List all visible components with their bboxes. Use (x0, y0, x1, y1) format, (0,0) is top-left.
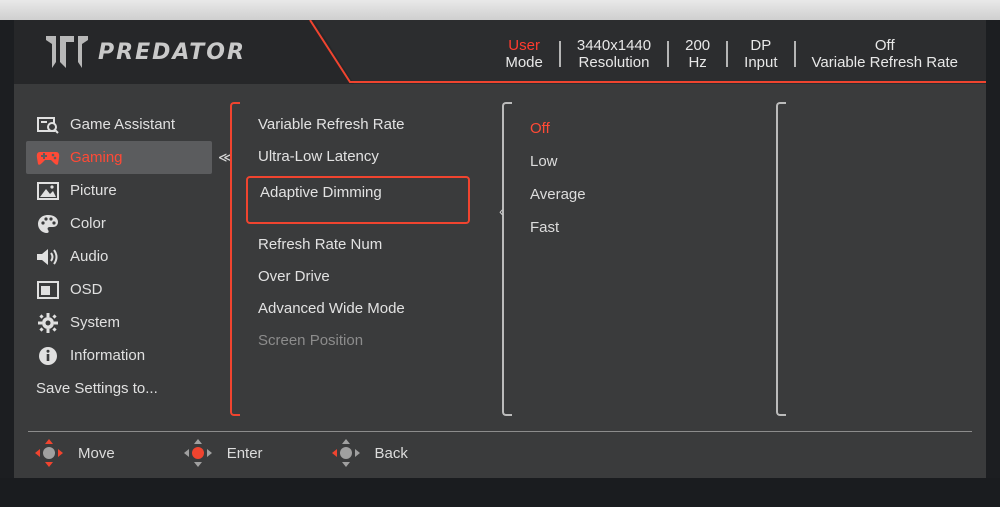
status-input: DP Input (728, 37, 793, 71)
status-vrr-value: Off (874, 37, 895, 54)
menu-item-label: Gaming (70, 149, 123, 166)
menu-item-osd[interactable]: OSD (26, 273, 226, 306)
status-resolution-value: 3440x1440 (576, 37, 652, 54)
status-input-value: DP (750, 37, 772, 54)
status-input-label: Input (744, 54, 778, 71)
status-vrr: Off Variable Refresh Rate (796, 37, 974, 71)
submenu-item-over-drive[interactable]: Over Drive (246, 260, 506, 292)
option-average[interactable]: Average (530, 178, 770, 211)
option-fast[interactable]: Fast (530, 211, 770, 244)
osd-menu: PREDATOR User Mode 3440x1440 Resolution … (14, 20, 986, 478)
option-low[interactable]: Low (530, 145, 770, 178)
game-assistant-icon (34, 115, 62, 135)
footer-move: Move (34, 438, 115, 468)
menu-item-label: Color (70, 215, 106, 232)
submenu-item-screen-position: Screen Position (258, 331, 364, 349)
menu-item-label: System (70, 314, 121, 331)
footer-divider (28, 431, 972, 432)
adaptive-dimming-options: Off Low Average Fast (530, 112, 770, 244)
osd-header: PREDATOR User Mode 3440x1440 Resolution … (14, 20, 986, 84)
menu-item-label: Game Assistant (70, 116, 176, 133)
status-mode: User Mode (489, 37, 559, 71)
menu-item-save-settings[interactable]: Save Settings to... (26, 372, 226, 405)
joystick-move-icon (35, 439, 63, 467)
status-refresh-value: 200 (685, 37, 711, 54)
speaker-icon (34, 247, 62, 267)
menu-item-information[interactable]: Information (26, 339, 226, 372)
picture-icon (34, 181, 62, 201)
menu-item-system[interactable]: System (26, 306, 226, 339)
osd-footer: Move Enter Back (34, 438, 476, 468)
submenu-item-advanced-wide-mode[interactable]: Advanced Wide Mode (246, 292, 506, 324)
footer-enter-label: Enter (226, 444, 263, 462)
status-resolution-label: Resolution (578, 54, 650, 71)
menu-item-gaming[interactable]: Gaming ≪ (26, 141, 233, 174)
palette-icon (34, 214, 62, 234)
menu-item-label: Picture (70, 182, 117, 199)
predator-logo-icon (46, 36, 88, 68)
menu-item-label: OSD (70, 281, 103, 298)
wall-background (0, 0, 1000, 20)
menu-item-label: Information (70, 347, 146, 364)
submenu-item-adaptive-dimming[interactable]: Adaptive Dimming (246, 176, 470, 224)
status-bar: User Mode 3440x1440 Resolution 200 Hz DP… (489, 34, 974, 74)
menu-item-game-assistant[interactable]: Game Assistant (26, 108, 226, 141)
footer-back: Back (331, 438, 408, 468)
menu-item-picture[interactable]: Picture (26, 174, 226, 207)
option-off[interactable]: Off (530, 112, 770, 145)
value-bracket (776, 102, 786, 416)
menu-item-color[interactable]: Color (26, 207, 226, 240)
status-mode-label: Mode (505, 54, 543, 71)
footer-enter: Enter (183, 438, 263, 468)
submenu-item-vrr[interactable]: Variable Refresh Rate (246, 108, 506, 140)
gamepad-icon (34, 148, 62, 168)
status-mode-value: User (508, 37, 540, 54)
osd-icon (34, 280, 62, 300)
status-vrr-label: Variable Refresh Rate (811, 54, 958, 71)
status-refresh-label: Hz (688, 54, 707, 71)
info-icon (34, 346, 62, 366)
submenu-item-refresh-rate-num[interactable]: Refresh Rate Num (246, 228, 506, 260)
gear-icon (34, 312, 62, 333)
joystick-enter-icon (183, 439, 212, 467)
predator-logo: PREDATOR (44, 30, 246, 74)
chevron-left-icon: ‹ (499, 203, 504, 219)
monitor-bottom-bezel (0, 478, 1000, 507)
main-menu: Game Assistant Gaming ≪ Picture Color Au… (26, 108, 233, 405)
joystick-back-icon (331, 439, 360, 467)
menu-item-label: Audio (70, 248, 109, 265)
status-resolution: 3440x1440 Resolution (561, 37, 667, 71)
gaming-submenu: Variable Refresh Rate Ultra-Low Latency … (246, 108, 506, 356)
submenu-item-ultra-low-latency[interactable]: Ultra-Low Latency (246, 140, 506, 172)
footer-back-label: Back (374, 444, 408, 462)
save-settings-label: Save Settings to... (36, 380, 158, 397)
submenu-bracket (230, 102, 240, 416)
status-refresh: 200 Hz (669, 37, 726, 71)
footer-move-label: Move (78, 444, 115, 462)
menu-item-audio[interactable]: Audio (26, 240, 226, 273)
predator-logo-text: PREDATOR (98, 39, 246, 65)
